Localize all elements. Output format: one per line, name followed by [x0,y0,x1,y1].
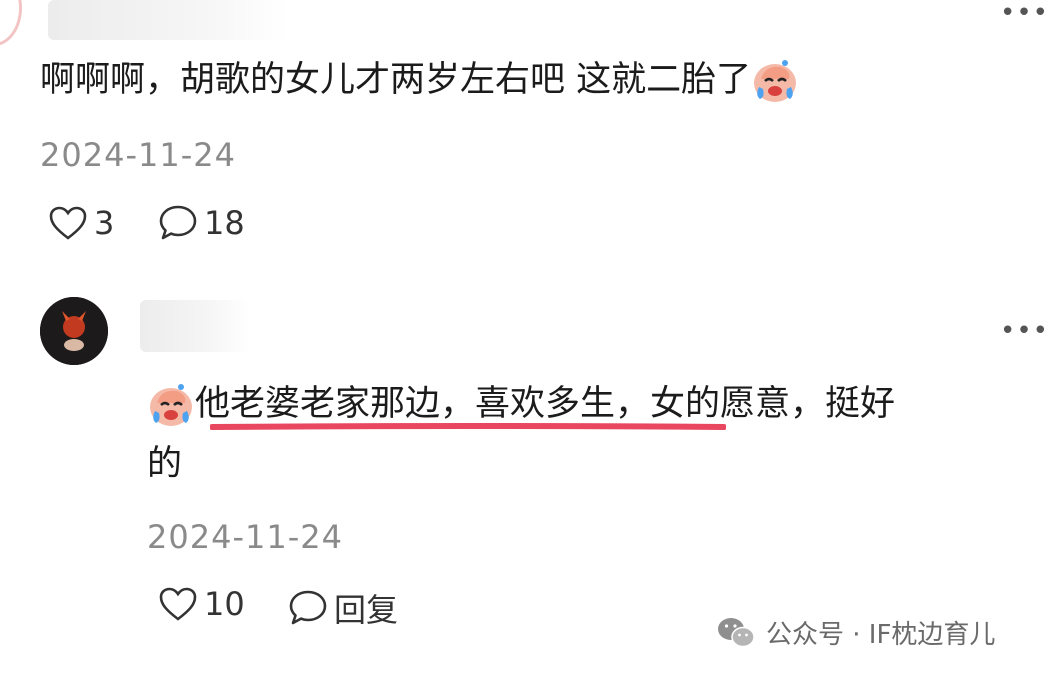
comment-date: 2024-11-24 [40,136,236,174]
like-button[interactable]: 10 [158,585,245,623]
comment-thread: ••• 啊啊啊，胡歌的女儿才两岁左右吧 这就二胎了 2024-11-24 3 1… [0,0,1064,674]
wechat-icon [718,617,755,647]
reply-button[interactable]: 回复 [288,585,398,631]
avatar[interactable] [0,0,22,46]
heart-icon [49,206,87,240]
highlighted-text: 他老婆老家那边，喜欢多生， [195,384,651,424]
username-blurred [48,0,288,40]
highlight-underline [210,423,726,430]
comment-date: 2024-11-24 [147,518,343,556]
watermark-text: 公众号 · IF枕边育儿 [766,620,996,650]
more-options-icon[interactable]: ••• [1000,318,1049,344]
comment-text: 啊啊啊，胡歌的女儿才两岁左右吧 这就二胎了 [40,50,799,110]
like-count: 10 [204,585,245,623]
comment-text-tail: 女的愿意，挺好 [650,384,896,424]
more-options-icon[interactable]: ••• [1000,0,1049,26]
comment-text-line2: 的 [147,444,183,484]
heart-icon [159,587,197,621]
username-blurred [140,300,250,352]
avatar[interactable] [40,297,108,365]
crying-face-icon [150,384,192,426]
crying-face-icon [754,60,797,102]
like-count: 3 [94,204,115,242]
comment-bubble-icon [289,590,327,625]
avatar-image [40,297,108,365]
watermark: 公众号 · IF枕边育儿 [716,614,995,651]
like-button[interactable]: 3 [48,204,114,242]
reply-count: 18 [204,204,245,242]
comment-bubble-icon [159,205,197,240]
reply-label: 回复 [334,591,399,629]
reply-count-button[interactable]: 18 [158,204,245,242]
